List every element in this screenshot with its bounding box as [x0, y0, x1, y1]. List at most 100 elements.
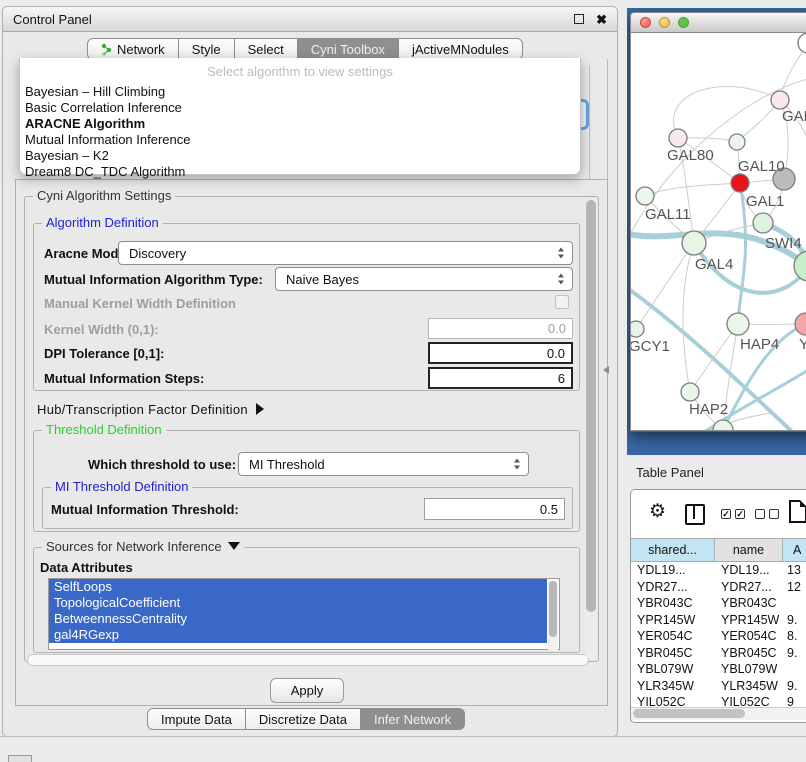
minimize-traffic-light-icon[interactable] [659, 17, 670, 28]
tab-infer-network[interactable]: Infer Network [361, 708, 465, 730]
algorithm-dropdown-popup: Select algorithm to view settings Bayesi… [19, 58, 581, 175]
mi-steps-label: Mutual Information Steps: [44, 371, 204, 386]
table-panel-title: Table Panel [636, 465, 704, 480]
table-row[interactable]: YBL079WYBL079W [631, 661, 806, 678]
mi-steps-field[interactable]: 6 [428, 367, 573, 389]
attribute-item-selected[interactable]: BetweennessCentrality [49, 611, 547, 627]
table-row[interactable]: YPR145WYPR145W9. [631, 612, 806, 629]
dpi-tolerance-field[interactable]: 0.0 [428, 342, 573, 364]
tab-cyni-toolbox[interactable]: Cyni Toolbox [298, 38, 399, 60]
aracne-mode-value: Discovery [129, 246, 186, 261]
mi-threshold-definition-group: MI Threshold Definition Mutual Informati… [42, 487, 573, 529]
table-cell: YLR345W [631, 679, 715, 693]
table-horizontal-scrollbar[interactable] [631, 707, 806, 720]
tab-network[interactable]: Network [87, 38, 179, 60]
network-node-GAL4[interactable] [682, 231, 706, 255]
float-window-icon[interactable] [574, 14, 584, 24]
column-header-shared[interactable]: shared... [631, 539, 715, 561]
node-label-GAL1: GAL1 [746, 193, 784, 210]
algorithm-option[interactable]: Dream8 DC_TDC Algorithm [20, 164, 580, 180]
background-panel-border [607, 59, 608, 191]
which-threshold-select[interactable]: MI Threshold [238, 452, 529, 476]
deselect-all-checkboxes-icon[interactable] [755, 509, 779, 519]
network-node-node-g1[interactable] [729, 134, 745, 150]
attribute-item-selected[interactable]: SelfLoops [49, 579, 547, 595]
table-cell: YDR27... [631, 580, 715, 594]
list-vertical-scrollbar[interactable] [548, 580, 558, 650]
table-row[interactable]: YBR045CYBR045C9. [631, 645, 806, 662]
tab-jactivemnodules[interactable]: jActiveMNodules [399, 38, 523, 60]
hub-tf-definition-expander[interactable]: Hub/Transcription Factor Definition [37, 402, 264, 417]
node-label-HAP2: HAP2 [689, 401, 728, 418]
unchecked-box-icon [769, 509, 779, 519]
sources-group: Sources for Network Inference Data Attri… [33, 547, 580, 653]
sources-title-label: Sources for Network Inference [46, 539, 222, 554]
network-node-SWI4[interactable] [753, 213, 773, 233]
file-icon[interactable] [789, 500, 806, 523]
spinner-arrows-icon [514, 459, 521, 470]
table-cell: 9. [783, 613, 806, 627]
table-row[interactable]: YER054CYER054C8. [631, 628, 806, 645]
network-node-node-top[interactable] [798, 33, 806, 53]
table-row[interactable]: YLR345WYLR345W9. [631, 678, 806, 695]
tab-infer-network-label: Infer Network [374, 712, 451, 727]
close-icon[interactable]: ✖ [596, 13, 607, 26]
scrollbar-thumb[interactable] [549, 581, 557, 637]
scrollbar-thumb[interactable] [633, 709, 745, 718]
table-row[interactable]: YDR27...YDR27...12 [631, 579, 806, 596]
vertical-scrollbar[interactable] [585, 199, 597, 659]
algorithm-option[interactable]: Bayesian – K2 [20, 148, 580, 164]
gear-icon[interactable]: ⚙ [649, 502, 666, 521]
close-traffic-light-icon[interactable] [640, 17, 651, 28]
expander-arrow-icon [256, 403, 264, 415]
column-header-name[interactable]: name [715, 539, 783, 561]
network-window-titlebar[interactable] [630, 12, 806, 33]
horizontal-scrollbar[interactable] [27, 654, 589, 666]
table-cell: 8. [783, 629, 806, 643]
algorithm-option[interactable]: Bayesian – Hill Climbing [20, 84, 580, 100]
select-all-checkboxes-icon[interactable]: ✓✓ [721, 509, 745, 519]
algorithm-option[interactable]: Mutual Information Inference [20, 132, 580, 148]
network-node-GAL7[interactable] [771, 91, 789, 109]
network-node-GAL1[interactable] [731, 174, 749, 192]
attribute-item-selected[interactable]: gal4RGexp [49, 627, 547, 643]
tab-impute-data[interactable]: Impute Data [147, 708, 246, 730]
network-edge [683, 243, 694, 392]
node-label-GAL4: GAL4 [695, 256, 733, 273]
column-header-a[interactable]: A [783, 539, 806, 561]
tab-discretize-data[interactable]: Discretize Data [246, 708, 361, 730]
tab-jactivemnodules-label: jActiveMNodules [412, 42, 509, 57]
mi-threshold-field[interactable]: 0.5 [424, 498, 565, 520]
network-node-GAL80[interactable] [669, 129, 687, 147]
network-node-HAP2[interactable] [681, 383, 699, 401]
mi-algorithm-type-value: Naive Bayes [286, 272, 359, 287]
network-edge [674, 86, 780, 138]
sources-title[interactable]: Sources for Network Inference [42, 539, 244, 554]
network-node-GCY1[interactable] [631, 321, 644, 337]
attribute-item-selected[interactable]: TopologicalCoefficient [49, 595, 547, 611]
network-node-HAP4[interactable] [727, 313, 749, 335]
network-node-GAL11[interactable] [636, 187, 654, 205]
columns-icon[interactable] [685, 504, 705, 525]
table-row[interactable]: YDL19...YDL19...13 [631, 562, 806, 579]
algorithm-option[interactable]: Basic Correlation Inference [20, 100, 580, 116]
table-cell: YPR145W [631, 613, 715, 627]
network-node-node-b1[interactable] [713, 420, 733, 431]
tab-select[interactable]: Select [235, 38, 298, 60]
scrollbar-thumb[interactable] [586, 200, 596, 612]
table-panel-window: ⚙ ✓✓ shared... name A YDL19...YDL19...13… [630, 489, 806, 723]
apply-button[interactable]: Apply [270, 678, 344, 703]
algorithm-option-highlighted[interactable]: ARACNE Algorithm [20, 116, 580, 132]
table-rows: YDL19...YDL19...13YDR27...YDR27...12YBR0… [631, 562, 806, 711]
network-canvas[interactable]: GAL7GAL80GAL10GAL1GAL11SWI4GAL4YHAP4GCY1… [630, 33, 806, 431]
control-panel-titlebar: Control Panel ✖ [3, 7, 617, 32]
zoom-traffic-light-icon[interactable] [678, 17, 689, 28]
network-node-node-pink[interactable] [795, 313, 806, 335]
kernel-width-field: 0.0 [428, 318, 573, 339]
manual-kernel-width-checkbox[interactable] [555, 295, 569, 309]
aracne-mode-select[interactable]: Discovery [118, 241, 573, 265]
tab-style[interactable]: Style [179, 38, 235, 60]
mi-algorithm-type-select[interactable]: Naive Bayes [275, 267, 573, 291]
table-row[interactable]: YBR043CYBR043C [631, 595, 806, 612]
minimized-panel-icon[interactable] [8, 755, 32, 762]
